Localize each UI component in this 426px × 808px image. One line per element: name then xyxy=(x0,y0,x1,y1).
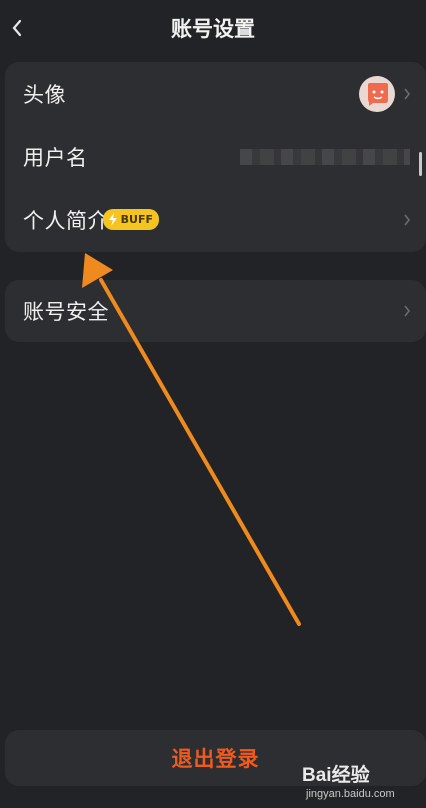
chevron-right-icon xyxy=(404,305,411,317)
username-row[interactable]: 用户名 xyxy=(5,126,426,188)
chevron-right-icon xyxy=(404,88,411,100)
scrollbar xyxy=(419,152,422,176)
avatar-label: 头像 xyxy=(23,83,66,107)
bio-label: 个人简介 xyxy=(23,209,109,233)
watermark-url: jingyan.baidu.com xyxy=(306,788,395,800)
page-title: 账号设置 xyxy=(171,17,255,41)
header: 账号设置 xyxy=(0,0,426,58)
lightning-icon xyxy=(109,213,117,226)
avatar-image xyxy=(368,83,388,106)
buff-badge: BUFF xyxy=(103,209,159,230)
buff-label: BUFF xyxy=(120,213,153,226)
avatar[interactable] xyxy=(359,76,395,112)
account-security-row[interactable]: 账号安全 xyxy=(5,280,426,342)
baidu-watermark: Bai经验 jingyan.baidu.com xyxy=(302,760,418,804)
account-security-label: 账号安全 xyxy=(23,300,109,324)
profile-card: 头像 用户名 个人简介 xyxy=(5,62,426,252)
bio-row[interactable]: 个人简介 xyxy=(5,189,426,251)
chevron-right-icon xyxy=(404,214,411,226)
username-label: 用户名 xyxy=(23,146,88,170)
watermark-brand: Bai经验 xyxy=(302,765,370,786)
avatar-row[interactable]: 头像 xyxy=(5,63,426,125)
security-card: 账号安全 xyxy=(5,280,426,342)
username-value-blurred xyxy=(240,149,410,165)
